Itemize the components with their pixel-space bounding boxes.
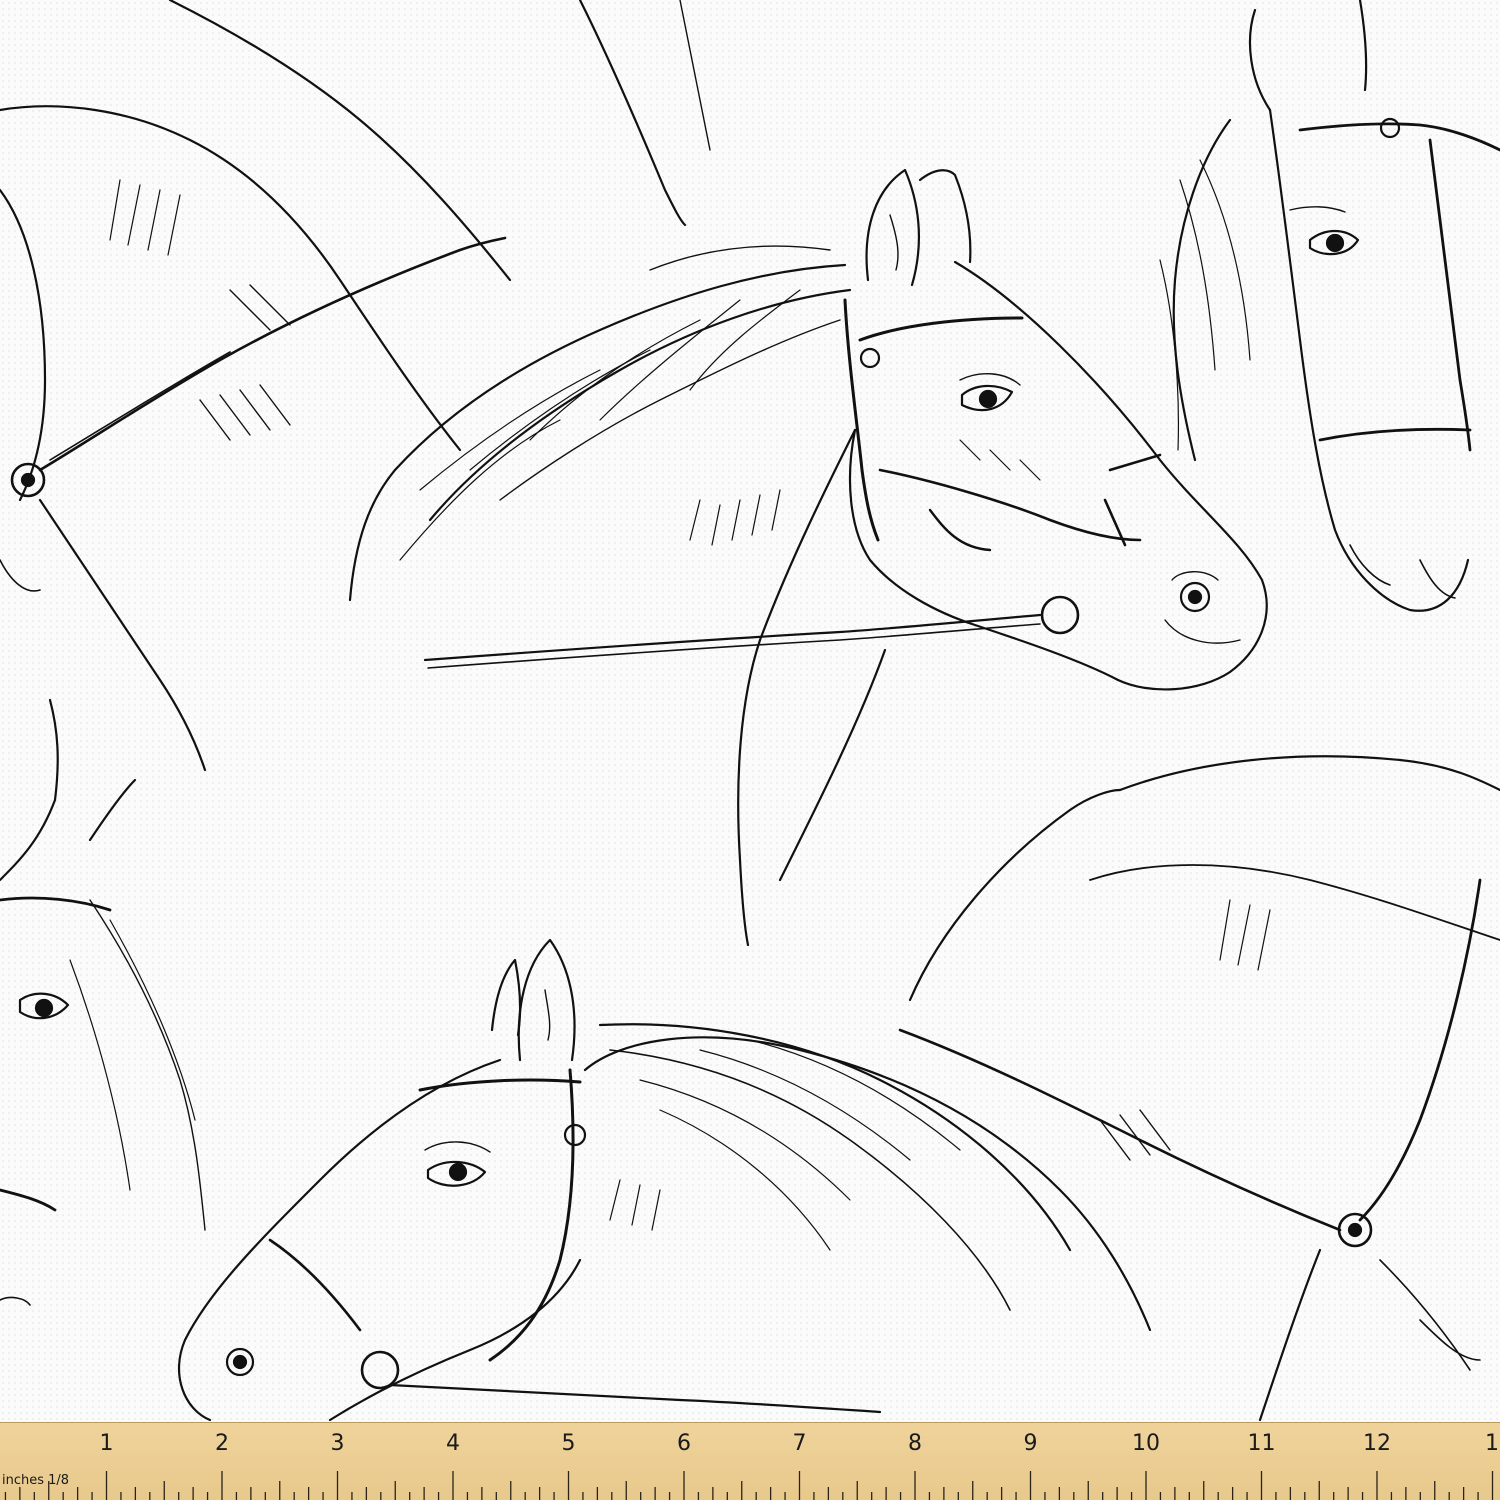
ruler-number: 4 [446,1431,460,1456]
ruler-number: 9 [1023,1431,1038,1456]
product-image: 1 2 3 4 5 6 7 8 9 10 11 12 1 inches 1/8 [0,0,1500,1500]
ruler-number: 3 [330,1431,345,1456]
horse-head-bottom-right [898,755,1500,1422]
ruler-number: 6 [677,1431,691,1456]
ruler-unit-label: inches 1/8 [2,1473,70,1488]
ruler-number: 7 [792,1431,807,1456]
ruler-number: 5 [561,1431,576,1456]
ruler-number: 2 [215,1431,229,1456]
horse-head-top-right [1159,0,1500,612]
ruler-number: 12 [1363,1431,1391,1456]
horse-head-bottom [177,938,1152,1422]
fabric-swatch [0,0,1500,1422]
ruler-number: 11 [1247,1431,1276,1456]
ruler-number: 1 [1485,1431,1499,1456]
horse-head-left [0,698,206,1306]
measuring-ruler: 1 2 3 4 5 6 7 8 9 10 11 12 1 inches 1/8 [0,1422,1500,1500]
ruler-number: 1 [99,1431,114,1456]
horse-head-center [348,168,1268,947]
ruler-number: 8 [908,1431,922,1456]
ruler-number: 10 [1132,1431,1160,1456]
